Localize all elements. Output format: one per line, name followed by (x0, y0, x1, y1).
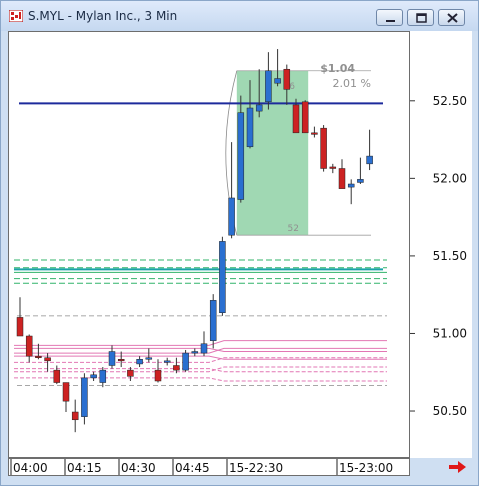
candle-body (200, 343, 208, 354)
restore-button[interactable] (407, 9, 434, 26)
price-axis-svg: 52.50 52.00 51.50 51.00 50.50 (410, 94, 467, 418)
time-axis-svg: 04:00 04:15 04:30 04:45 15-22:30 15-23:00 (10, 459, 393, 475)
close-icon (447, 13, 458, 23)
measure-bottom-count: 52 (288, 224, 299, 234)
close-button[interactable] (438, 9, 465, 26)
price-tick-label: 52.50 (433, 94, 467, 108)
candle-body (246, 107, 254, 148)
candle-body (347, 183, 355, 188)
candle-body (154, 369, 162, 382)
candle-body (274, 78, 281, 84)
restore-icon (416, 13, 427, 23)
candle-body (163, 360, 171, 363)
candle-body (265, 70, 272, 103)
candle-body (338, 168, 346, 189)
candle-body (228, 197, 235, 236)
candle-body (108, 351, 116, 366)
candle-body (320, 127, 327, 169)
candle-body (81, 377, 88, 417)
measure-change: $1.04 (320, 62, 355, 75)
candle-body (311, 132, 318, 135)
price-tick-label: 52.00 (433, 171, 467, 185)
candle-body (71, 411, 79, 421)
candle-body (173, 365, 180, 371)
title-bar[interactable]: S.MYL - Mylan Inc., 3 Min (1, 1, 478, 31)
time-tick-label: 04:45 (175, 461, 210, 475)
pink-band-line (14, 355, 387, 360)
time-tick-label: 15-23:00 (339, 461, 393, 475)
time-axis: 04:00 04:15 04:30 04:45 15-22:30 15-23:00 (8, 458, 410, 476)
time-tick-label: 04:00 (13, 461, 48, 475)
time-tick-label: 15-22:30 (229, 461, 283, 475)
candle-body (25, 335, 33, 357)
candle-body (283, 68, 291, 90)
pink-band-line (14, 357, 387, 363)
pink-band-line (14, 340, 387, 346)
chart-svg: $1.042.01 %5652 (14, 49, 387, 433)
pink-band-line (14, 347, 387, 354)
candle-body (366, 155, 373, 165)
time-tick-label: 04:30 (121, 461, 156, 475)
candle-body (191, 351, 199, 354)
minimize-icon (386, 20, 395, 22)
candle-body (209, 300, 217, 341)
candle-body (237, 112, 245, 200)
candle-body (301, 101, 309, 134)
window-title: S.MYL - Mylan Inc., 3 Min (28, 9, 178, 23)
candle-body (136, 359, 143, 365)
candle-body (99, 369, 107, 383)
price-tick-label: 51.00 (433, 326, 467, 340)
candle-body (145, 357, 153, 360)
candle-body (292, 104, 300, 134)
measure-percent: 2.01 % (333, 77, 371, 90)
candle-body (255, 104, 263, 112)
measure-box (236, 70, 309, 236)
candle-body (127, 369, 134, 377)
chart-plot-area[interactable]: $1.042.01 %5652 (8, 31, 410, 458)
candle-body (117, 359, 125, 362)
time-tick-label: 04:15 (67, 461, 102, 475)
candle-body (219, 241, 226, 313)
candle-body (357, 179, 364, 183)
price-tick-label: 51.50 (433, 249, 467, 263)
candle-body (35, 355, 42, 358)
candle-body (16, 317, 24, 337)
price-tick-label: 50.50 (433, 404, 467, 418)
right-arrow-icon[interactable] (448, 459, 468, 475)
candle-body (182, 352, 189, 371)
app-icon (9, 10, 23, 22)
pink-band-line (14, 377, 387, 382)
candle-body (329, 166, 337, 169)
candle-body (62, 382, 70, 402)
candle-body (44, 357, 51, 362)
candle-body (90, 374, 97, 379)
candle-body (53, 369, 61, 383)
minimize-button[interactable] (376, 9, 403, 26)
price-axis: 52.50 52.00 51.50 51.00 50.50 (410, 31, 472, 458)
pink-band-line (14, 366, 387, 373)
